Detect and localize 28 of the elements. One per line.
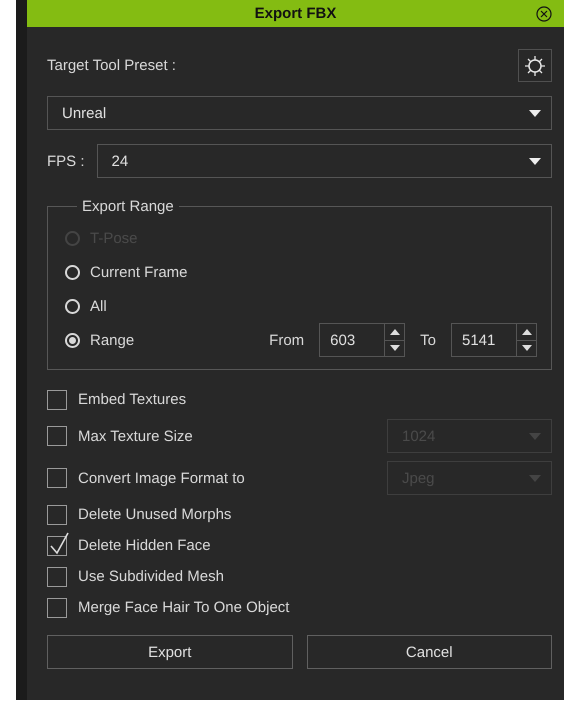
group-title: Export Range (81, 198, 175, 215)
preset-dropdown[interactable]: Unreal (47, 96, 552, 130)
caret-icon (529, 474, 541, 482)
number-spinbox[interactable]: 603 (319, 323, 406, 357)
checkbox[interactable]: Delete Unused Morphs (47, 499, 232, 530)
caret-icon (529, 110, 541, 116)
check-icon (50, 530, 70, 554)
number-spinbox[interactable]: 5141 (451, 323, 537, 357)
checkbox[interactable]: Use Subdivided Mesh (47, 561, 224, 592)
fps-combobox[interactable]: 24 (96, 144, 552, 178)
dialog-button[interactable]: Export (47, 635, 292, 669)
dialog-button[interactable]: Cancel (306, 635, 552, 669)
to-label: To (420, 332, 436, 348)
radio-option[interactable]: Current Frame (65, 255, 537, 289)
radio-option[interactable]: All (65, 289, 537, 323)
gear-icon (524, 54, 546, 76)
settings-button[interactable] (518, 49, 552, 82)
window-title: Export FBX (254, 5, 336, 22)
fps-label: FPS : (47, 152, 85, 170)
caret-icon (529, 432, 541, 440)
caret-icon (529, 158, 541, 164)
radio-option[interactable]: Range (65, 323, 134, 357)
checkbox[interactable]: Merge Face Hair To One Object (47, 592, 290, 623)
preset-label: Target Tool Preset : (47, 57, 176, 74)
checkbox[interactable]: Embed Textures (47, 384, 186, 415)
checkbox[interactable]: Delete Hidden Face (47, 530, 211, 561)
close-icon[interactable] (536, 6, 552, 22)
from-label: From (269, 332, 304, 348)
